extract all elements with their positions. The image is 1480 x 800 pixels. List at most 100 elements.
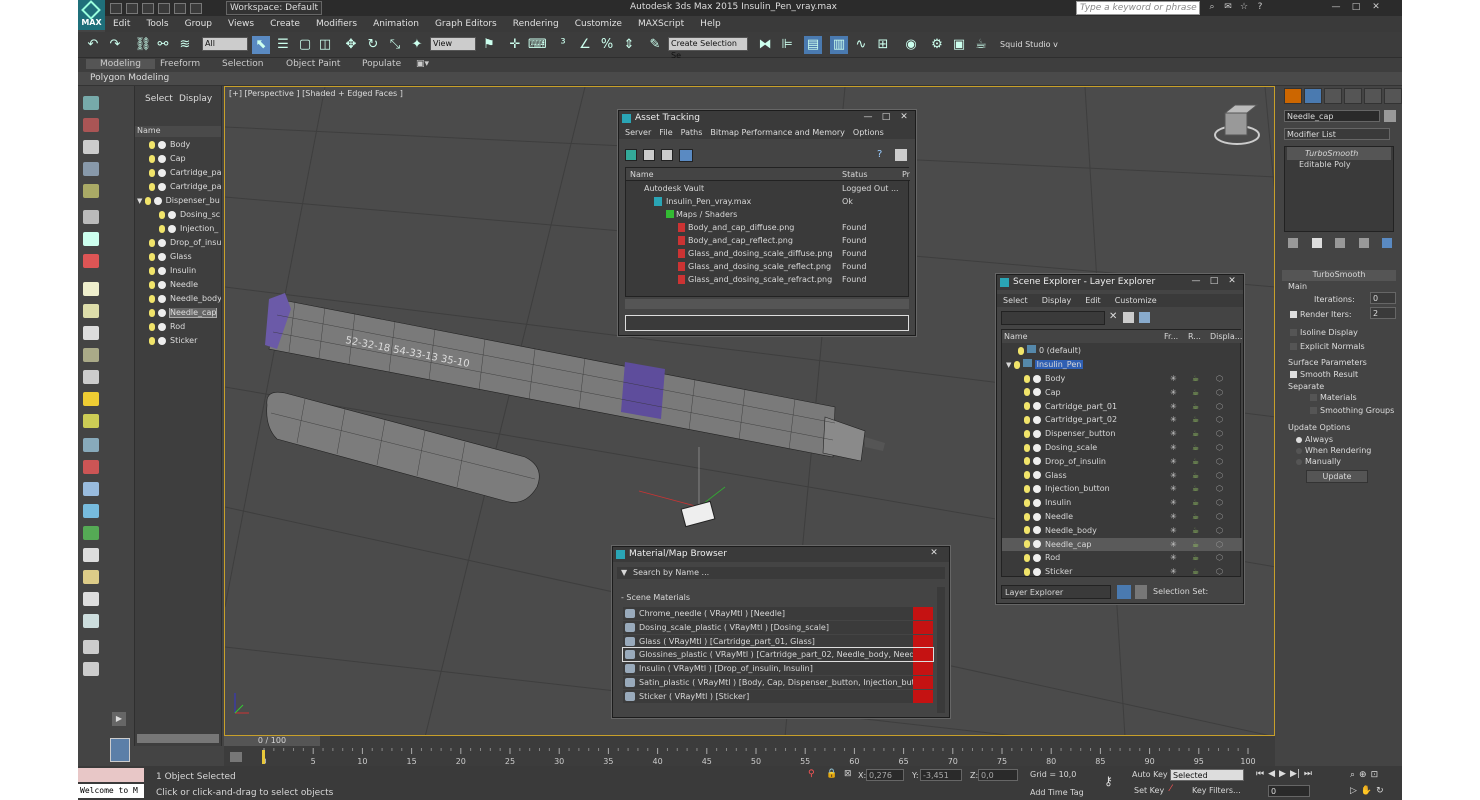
rotate-icon[interactable]: ↻ (364, 36, 382, 54)
add-time-tag[interactable]: Add Time Tag (1030, 788, 1084, 797)
column-frozen[interactable]: Fr... (1164, 330, 1178, 343)
visibility-bulb-icon[interactable] (1024, 443, 1030, 452)
freeze-toggle-icon[interactable]: ✳ (1170, 455, 1177, 468)
sort-icon[interactable] (1135, 585, 1147, 599)
key-mode-icon[interactable]: ⁄ (1170, 784, 1182, 796)
list-item[interactable]: Glossines_plastic ( VRayMtl ) [Cartridge… (622, 647, 934, 663)
particles-icon[interactable] (83, 438, 99, 452)
next-frame-icon[interactable]: ▶| (1290, 769, 1300, 779)
display-box-icon[interactable]: ⬡ (1216, 469, 1223, 482)
renderable-icon[interactable]: ☕ (1192, 469, 1199, 482)
display-box-icon[interactable]: ⬡ (1216, 524, 1223, 537)
table-row[interactable]: Needle_cap ✳ ☕ ⬡ (1002, 537, 1242, 551)
isoline-display-checkbox[interactable]: Isoline Display (1290, 328, 1358, 337)
field-of-view-icon[interactable]: ▷ (1350, 786, 1357, 796)
settings-icon[interactable] (895, 149, 907, 161)
freeze-icon[interactable] (158, 140, 166, 149)
menu-options[interactable]: Options (853, 126, 884, 139)
selection-filter-dropdown[interactable]: All (202, 37, 248, 51)
refresh-icon[interactable] (625, 149, 637, 161)
visibility-bulb-icon[interactable] (1024, 457, 1030, 466)
visibility-bulb-icon[interactable] (149, 168, 155, 177)
explicit-normals-checkbox[interactable]: Explicit Normals (1290, 342, 1365, 351)
close-button[interactable]: ✕ (897, 111, 911, 124)
current-frame-marker[interactable] (262, 750, 265, 764)
stack-item-editable-poly[interactable]: Editable Poly (1287, 158, 1391, 171)
visibility-bulb-icon[interactable] (149, 140, 155, 149)
visibility-bulb-icon[interactable] (149, 294, 155, 303)
renderable-icon[interactable]: ☕ (1192, 441, 1199, 454)
menu-maxscript[interactable]: MAXScript (630, 19, 692, 29)
display-box-icon[interactable]: ⬡ (1216, 400, 1223, 413)
smooth-result-checkbox[interactable]: Smooth Result (1290, 370, 1358, 379)
menu-views[interactable]: Views (220, 19, 262, 29)
visibility-bulb-icon[interactable] (1024, 429, 1030, 438)
display-box-icon[interactable]: ⬡ (1216, 386, 1223, 399)
freeze-toggle-icon[interactable]: ✳ (1170, 565, 1177, 578)
search-input[interactable]: Type a keyword or phrase (1076, 1, 1200, 15)
visibility-bulb-icon[interactable] (159, 224, 165, 233)
visibility-bulb-icon[interactable] (1024, 526, 1030, 535)
menu-rendering[interactable]: Rendering (505, 19, 567, 29)
open-file-icon[interactable] (126, 2, 138, 14)
visibility-bulb-icon[interactable] (149, 252, 155, 261)
table-row[interactable]: Needle_body ✳ ☕ ⬡ (1002, 524, 1242, 537)
freeze-toggle-icon[interactable]: ✳ (1170, 372, 1177, 385)
list-item[interactable]: Glass (135, 252, 221, 265)
display-box-icon[interactable]: ⬡ (1216, 538, 1223, 551)
menu-modifiers[interactable]: Modifiers (308, 19, 365, 29)
visibility-bulb-icon[interactable] (149, 238, 155, 247)
named-selection-dropdown[interactable]: Create Selection Se (668, 37, 748, 60)
select-object-icon[interactable]: ⬉ (252, 36, 270, 54)
clear-search-icon[interactable]: ✕ (1109, 311, 1117, 322)
ribbon-tab-selection[interactable]: Selection (222, 59, 263, 69)
menu-edit[interactable]: Edit (105, 19, 138, 29)
hierarchy-tab-icon[interactable] (1324, 88, 1342, 104)
visibility-bulb-icon[interactable] (1024, 388, 1030, 397)
menu-tools[interactable]: Tools (138, 19, 176, 29)
material-search-input[interactable]: ▼ Search by Name ... (617, 567, 945, 579)
freeze-icon[interactable] (158, 252, 166, 261)
configure-sets-icon[interactable] (1382, 238, 1392, 248)
layer-explorer-icon[interactable]: ▥ (830, 36, 848, 54)
redo-icon[interactable] (174, 2, 186, 14)
menu-create[interactable]: Create (262, 19, 308, 29)
menu-help[interactable]: Help (692, 19, 729, 29)
table-row[interactable]: Dosing_scale ✳ ☕ ⬡ (1002, 441, 1242, 454)
menu-graph-editors[interactable]: Graph Editors (427, 19, 505, 29)
freeze-icon[interactable] (158, 168, 166, 177)
freeze-icon[interactable] (158, 294, 166, 303)
mirror-icon[interactable]: ⧓ (756, 36, 774, 54)
ribbon-options-icon[interactable]: ▣▾ (416, 59, 429, 69)
grid-icon[interactable] (83, 162, 99, 176)
render-iters-spinner[interactable]: 2 (1370, 307, 1396, 319)
list-item[interactable]: Needle (135, 280, 221, 293)
visibility-bulb-icon[interactable] (1024, 540, 1030, 549)
thumbnail-view-icon[interactable] (661, 149, 673, 161)
layer-row[interactable]: ▼ Insulin_Pen (1002, 358, 1242, 371)
material-browser-titlebar[interactable]: Material/Map Browser ✕ (613, 547, 949, 562)
render-production-icon[interactable]: ☕ (972, 36, 990, 54)
collapse-arrow-icon[interactable]: ▼ (1006, 361, 1014, 369)
renderable-icon[interactable]: ☕ (1192, 565, 1199, 578)
always-radio[interactable]: Always (1296, 435, 1333, 444)
freeze-toggle-icon[interactable]: ✳ (1170, 524, 1177, 537)
menu-edit[interactable]: Edit (1085, 294, 1101, 307)
redo-icon[interactable]: ↷ (106, 36, 124, 54)
plane-icon[interactable] (83, 282, 99, 296)
zoom-all-icon[interactable]: ⊕ (1359, 770, 1367, 780)
schematic-view-icon[interactable]: ⊞ (874, 36, 892, 54)
freeze-toggle-icon[interactable]: ✳ (1170, 469, 1177, 482)
help-circle-icon[interactable] (83, 662, 99, 676)
renderable-icon[interactable]: ☕ (1192, 386, 1199, 399)
display-box-icon[interactable]: ⬡ (1216, 565, 1223, 578)
table-row[interactable]: Insulin ✳ ☕ ⬡ (1002, 496, 1242, 509)
make-unique-icon[interactable] (1335, 238, 1345, 248)
document-icon[interactable] (83, 140, 99, 154)
table-row[interactable]: Dispenser_button ✳ ☕ ⬡ (1002, 427, 1242, 440)
display-box-icon[interactable]: ⬡ (1216, 496, 1223, 509)
place-icon[interactable]: ✦ (408, 36, 426, 54)
asset-horizontal-scrollbar[interactable] (625, 299, 909, 309)
spacewarp-icon[interactable] (83, 254, 99, 268)
freeze-toggle-icon[interactable]: ✳ (1170, 482, 1177, 495)
